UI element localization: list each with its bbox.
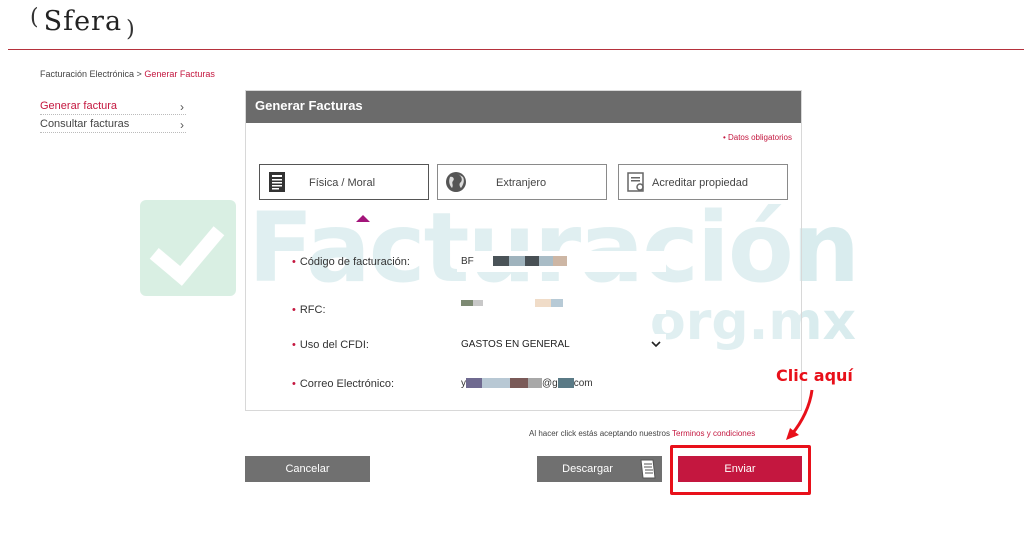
type-extranjero-button[interactable]: Extranjero <box>437 164 607 200</box>
cancel-button[interactable]: Cancelar <box>245 456 370 482</box>
redacted-block <box>492 256 509 267</box>
click-here-annotation: Clic aquí <box>776 366 853 385</box>
certificate-icon <box>627 172 644 192</box>
logo-paren-left: ( <box>30 5 40 30</box>
uso-cfdi-label: • Uso del CFDI: <box>292 339 369 351</box>
redacted-block <box>552 256 567 267</box>
highlight-box <box>670 445 811 495</box>
type-fisica-moral-button[interactable]: Física / Moral <box>259 164 429 200</box>
sidebar: Generar factura › Consultar facturas › <box>40 99 186 135</box>
generar-facturas-panel: Generar Facturas • Datos obligatorios Fí… <box>245 90 802 411</box>
globe-icon <box>446 172 466 192</box>
chevron-right-icon: › <box>180 118 184 132</box>
document-icon <box>269 172 285 192</box>
rfc-input[interactable] <box>457 293 666 314</box>
redacted-block <box>524 256 539 267</box>
logo-text: Sfera <box>43 6 123 37</box>
redacted-block <box>528 378 542 389</box>
required-note: • Datos obligatorios <box>722 133 792 142</box>
correo-label: • Correo Electrónico: <box>292 378 395 390</box>
logo-paren-right: ) <box>126 17 136 42</box>
breadcrumb-parent[interactable]: Facturación Electrónica > <box>40 69 142 79</box>
uso-cfdi-value: GASTOS EN GENERAL <box>461 339 570 350</box>
checkmark-icon <box>140 200 236 296</box>
correo-value-mid: @g <box>542 378 558 389</box>
correo-value-suffix: com <box>573 378 593 389</box>
uso-cfdi-select[interactable]: GASTOS EN GENERAL <box>457 334 666 355</box>
redacted-block <box>538 256 553 267</box>
redacted-block <box>482 378 510 389</box>
sidebar-item-consultar-facturas[interactable]: Consultar facturas › <box>40 117 186 133</box>
receipt-icon <box>640 459 656 479</box>
redacted-block <box>508 256 525 267</box>
redacted-block <box>557 378 574 389</box>
terms-text: Al hacer click estás aceptando nuestros … <box>529 429 756 438</box>
correo-input[interactable]: y @g com <box>457 373 666 394</box>
codigo-facturacion-input[interactable]: BF <box>457 251 666 272</box>
codigo-facturacion-label: • Código de facturación: <box>292 256 410 268</box>
type-label: Acreditar propiedad <box>652 177 749 189</box>
breadcrumb: Facturación Electrónica > Generar Factur… <box>40 69 215 79</box>
breadcrumb-current: Generar Facturas <box>144 69 215 79</box>
download-button[interactable]: Descargar <box>537 456 662 482</box>
selected-type-indicator <box>356 215 370 222</box>
codigo-facturacion-value: BF <box>461 256 474 267</box>
sidebar-item-label: Consultar facturas <box>40 118 130 130</box>
sidebar-item-label: Generar factura <box>40 100 118 112</box>
panel-title: Generar Facturas <box>246 91 801 123</box>
redacted-block <box>551 299 563 308</box>
redacted-block <box>510 378 528 389</box>
redacted-block <box>535 299 551 308</box>
type-label: Física / Moral <box>309 177 376 189</box>
header-divider <box>8 49 1024 50</box>
sfera-logo[interactable]: (Sfera) <box>30 5 136 42</box>
type-acreditar-propiedad-button[interactable]: Acreditar propiedad <box>618 164 788 200</box>
rfc-label: • RFC: <box>292 304 326 316</box>
sidebar-item-generar-factura[interactable]: Generar factura › <box>40 99 186 115</box>
chevron-right-icon: › <box>180 100 184 114</box>
redacted-block <box>466 378 482 389</box>
chevron-down-icon <box>651 341 661 348</box>
redacted-block <box>473 300 483 307</box>
redacted-block <box>461 300 473 307</box>
download-label: Descargar <box>562 463 613 475</box>
type-label: Extranjero <box>496 177 547 189</box>
terms-link[interactable]: Terminos y condiciones <box>672 429 755 438</box>
annotation-arrow-icon <box>786 389 814 440</box>
